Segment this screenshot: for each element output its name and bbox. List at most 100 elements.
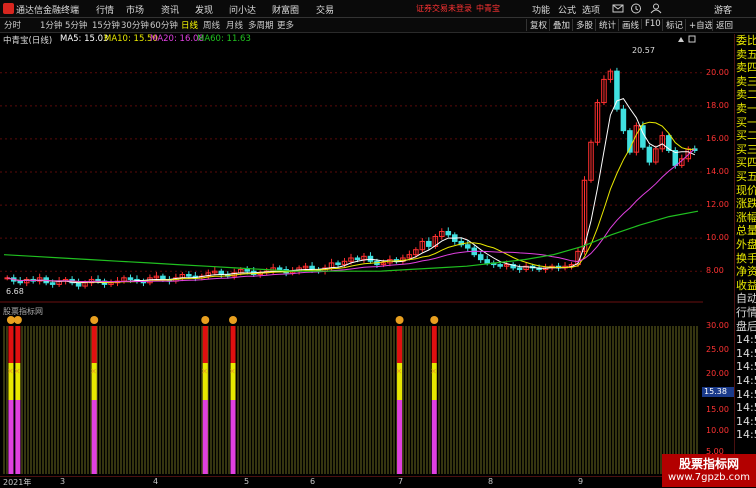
menu-xuanxiang[interactable]: 选项	[582, 3, 600, 16]
guest-label[interactable]: 游客	[714, 3, 732, 16]
menu-caifuquan[interactable]: 财富圈	[272, 3, 299, 16]
period-5min[interactable]: 5分钟	[65, 19, 87, 31]
x-label-3: 3	[60, 477, 66, 486]
side-item[interactable]: 14:5	[736, 428, 756, 441]
side-item[interactable]: 14:5	[736, 333, 756, 346]
signal-segment	[8, 326, 14, 363]
period-monthly[interactable]: 月线	[226, 19, 243, 31]
signal-segment	[91, 400, 97, 437]
x-label-4: 4	[153, 477, 159, 486]
signal-segment	[91, 326, 97, 363]
mail-icon[interactable]	[612, 3, 624, 14]
chart-option-icons[interactable]	[677, 35, 697, 44]
side-item[interactable]: 卖一	[736, 102, 756, 115]
menu-zixun[interactable]: 资讯	[161, 3, 179, 16]
btn-huaxian[interactable]: 画线	[618, 19, 639, 31]
side-item[interactable]: 自动	[736, 292, 756, 305]
watermark-line2: www.7gpzb.com	[668, 472, 750, 483]
menu-jiaoyi[interactable]: 交易	[316, 3, 334, 16]
side-item[interactable]: 现价	[736, 184, 756, 197]
signal-marker-icon	[90, 316, 99, 324]
low-price-label: 6.68	[6, 287, 24, 296]
side-item[interactable]: 卖三	[736, 75, 756, 88]
menu-hangqing[interactable]: 行情	[96, 3, 114, 16]
menu-gongneng[interactable]: 功能	[532, 3, 550, 16]
x-label-5: 5	[244, 477, 250, 486]
signal-segment	[15, 437, 21, 474]
btn-biaoji[interactable]: 标记	[662, 19, 683, 31]
signal-marker-icon	[395, 316, 404, 324]
side-item[interactable]: 收益	[736, 279, 756, 292]
period-15min[interactable]: 15分钟	[92, 19, 120, 31]
signal-flag-icon: ✕	[430, 367, 437, 376]
side-item[interactable]: 行情	[736, 306, 756, 319]
user-icon[interactable]	[650, 3, 662, 14]
side-item[interactable]: 外盘	[736, 238, 756, 251]
signal-segment	[230, 400, 236, 437]
signal-flag-icon: ✕	[396, 367, 403, 376]
side-item[interactable]: 买三	[736, 143, 756, 156]
side-item[interactable]: 14:5	[736, 401, 756, 414]
btn-fanhui[interactable]: 返回	[712, 19, 733, 31]
watermark-logo: 股票指标网 www.7gpzb.com	[662, 454, 756, 487]
ind-tick-10: 10.00	[706, 426, 729, 435]
period-weekly[interactable]: 周线	[203, 19, 220, 31]
side-item[interactable]: 买五	[736, 170, 756, 183]
side-item[interactable]: 卖二	[736, 88, 756, 101]
x-label-2021: 2021年	[3, 478, 32, 487]
date-axis: 2021年 3 4 5 6 7 8 9	[0, 476, 700, 488]
period-daily[interactable]: 日线	[181, 19, 198, 31]
app-logo-icon	[3, 3, 14, 14]
login-warning[interactable]: 证券交易未登录	[416, 3, 472, 14]
side-item[interactable]: 买一	[736, 116, 756, 129]
period-30min[interactable]: 30分钟	[121, 19, 149, 31]
menu-faxian[interactable]: 发现	[195, 3, 213, 16]
price-tick: 18.00	[706, 100, 729, 110]
period-fenshi[interactable]: 分时	[4, 19, 21, 31]
price-chart[interactable]: ✕ ✕ ✕ ✕ ✕ ✕ ✕ 20.57 6.68	[0, 46, 703, 476]
side-item[interactable]: 卖四	[736, 61, 756, 74]
btn-tongji[interactable]: 统计	[595, 19, 616, 31]
side-item[interactable]: 净资	[736, 265, 756, 278]
side-item[interactable]: 涨幅	[736, 211, 756, 224]
ma60-value: MA60: 11.63	[197, 34, 251, 44]
btn-fuquan[interactable]: 复权	[526, 19, 547, 31]
candle-body	[160, 275, 166, 280]
side-item[interactable]: 涨跌	[736, 197, 756, 210]
period-60min[interactable]: 60分钟	[150, 19, 178, 31]
quote-side-panel[interactable]: 委比 卖五 卖四 卖三 卖二 卖一 买一 买二 买三 买四 买五 现价 涨跌 涨幅 总量 外盘 换手 净资 收益 自动…	[734, 34, 756, 484]
current-indicator-value: 15.38	[702, 387, 734, 397]
side-item[interactable]: 买四	[736, 156, 756, 169]
ma20-value: MA20: 16.08	[150, 34, 204, 44]
period-more[interactable]: 更多	[277, 19, 294, 31]
signal-segment	[230, 326, 236, 363]
side-item[interactable]: 14:5	[736, 388, 756, 401]
signal-segment	[202, 437, 208, 474]
price-tick: 8.00	[706, 266, 724, 276]
side-item[interactable]: 14:5	[736, 360, 756, 373]
btn-zixuan[interactable]: +自选	[685, 19, 713, 31]
side-item[interactable]: 委比	[736, 34, 756, 47]
side-item[interactable]: 卖五	[736, 48, 756, 61]
period-1min[interactable]: 1分钟	[40, 19, 62, 31]
side-item[interactable]: 盘后	[736, 320, 756, 333]
menu-gongshi[interactable]: 公式	[558, 3, 576, 16]
clock-icon[interactable]	[630, 3, 642, 14]
side-item[interactable]: 14:5	[736, 374, 756, 387]
period-multi[interactable]: 多周期	[248, 19, 274, 31]
signal-flag-icon: ✕	[201, 367, 208, 376]
side-item[interactable]: 总量	[736, 224, 756, 237]
btn-diejia[interactable]: 叠加	[549, 19, 570, 31]
side-item[interactable]: 14:5	[736, 415, 756, 428]
side-item[interactable]: 14:5	[736, 347, 756, 360]
candle-body	[445, 231, 452, 236]
side-item[interactable]: 换手	[736, 252, 756, 265]
candle-body	[620, 108, 627, 132]
menu-shichang[interactable]: 市场	[126, 3, 144, 16]
signal-segment	[230, 437, 236, 474]
btn-f10[interactable]: F10	[641, 19, 661, 29]
indicator-title: 股票指标网	[3, 307, 43, 316]
side-item[interactable]: 买二	[736, 129, 756, 142]
menu-wenxiaoda[interactable]: 问小达	[229, 3, 256, 16]
btn-duogu[interactable]: 多股	[572, 19, 593, 31]
